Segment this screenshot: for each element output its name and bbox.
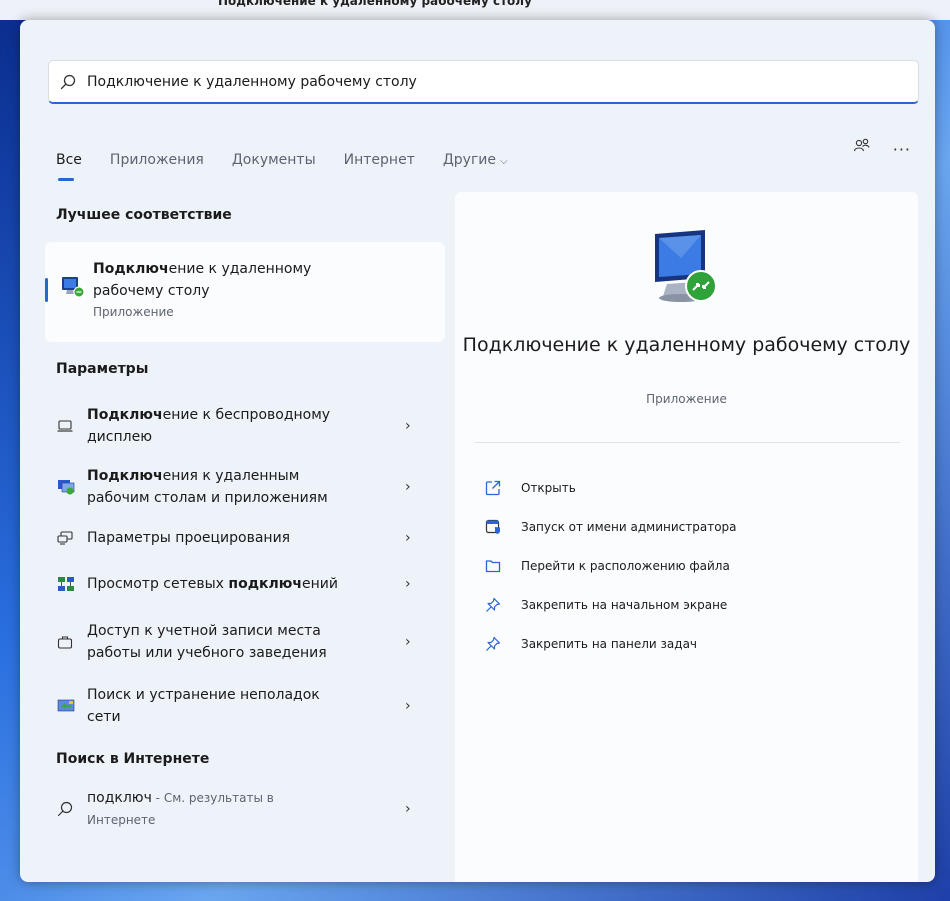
web-search-suffix: - См. результаты в: [151, 791, 274, 805]
setting-label-pre: Просмотр сетевых: [87, 576, 229, 592]
selection-indicator: [45, 278, 48, 302]
pin-icon: [485, 636, 521, 652]
setting-label-rest: ения к удаленным: [162, 468, 300, 484]
setting-label-line2: работы или учебного заведения: [87, 645, 327, 661]
query-highlight: Подключ: [93, 261, 169, 277]
setting-label: Просмотр сетевых подключений: [87, 573, 377, 595]
search-icon: [49, 74, 87, 90]
best-match-title-rest: ение к удаленному: [168, 261, 312, 277]
chevron-right-icon: ›: [405, 698, 411, 714]
window-title-snippet: Подключение к удаленному рабочему столу: [218, 0, 532, 8]
details-app-kind: Приложение: [646, 392, 727, 406]
action-pin-start[interactable]: Закрепить на начальном экране: [485, 585, 737, 624]
search-icon: [57, 801, 87, 817]
filter-tabs: Все Приложения Документы Интернет Другие…: [56, 140, 536, 181]
remote-desktop-icon: [651, 228, 723, 312]
web-search-label: подключ - См. результаты в Интернете: [87, 787, 377, 831]
setting-label: Подключения к удаленным рабочим столам и …: [87, 465, 377, 509]
chevron-right-icon: ›: [405, 479, 411, 495]
open-external-icon: [485, 480, 521, 496]
briefcase-icon: [57, 635, 87, 649]
settings-heading: Параметры: [56, 361, 149, 377]
chevron-down-icon: ⌵: [500, 156, 508, 167]
setting-wireless-display[interactable]: Подключение к беспроводному дисплею ›: [45, 396, 445, 456]
chevron-right-icon: ›: [405, 801, 411, 817]
action-label: Перейти к расположению файла: [521, 558, 730, 573]
best-match-title: Подключение к удаленному рабочему столу: [93, 258, 311, 302]
actions-list: Открыть Запуск от имени администратора П…: [485, 468, 737, 663]
action-label: Открыть: [521, 480, 576, 495]
setting-projection[interactable]: Параметры проецирования ›: [45, 518, 445, 558]
search-input[interactable]: [87, 61, 887, 102]
chevron-right-icon: ›: [405, 530, 411, 546]
setting-label-line2: сети: [87, 709, 121, 725]
best-match-card[interactable]: Подключение к удаленному рабочему столу П…: [45, 242, 445, 342]
laptop-icon: [57, 419, 87, 433]
setting-label: Подключение к беспроводному дисплею: [87, 404, 377, 448]
action-run-as-admin[interactable]: Запуск от имени администратора: [485, 507, 737, 546]
chevron-right-icon: ›: [405, 634, 411, 650]
action-open-file-location[interactable]: Перейти к расположению файла: [485, 546, 737, 585]
folder-icon: [485, 559, 521, 573]
divider: [475, 442, 900, 443]
web-search-line2: Интернете: [87, 813, 156, 827]
details-pane: Подключение к удаленному рабочему столу …: [455, 192, 918, 882]
details-app-title: Подключение к удаленному рабочему столу: [462, 334, 911, 356]
admin-shield-icon: [485, 519, 521, 535]
setting-label: Доступ к учетной записи места работы или …: [87, 620, 377, 664]
action-open[interactable]: Открыть: [485, 468, 737, 507]
query-highlight: Подключ: [87, 468, 163, 484]
settings-list: Подключение к беспроводному дисплею › Под…: [45, 396, 445, 738]
remote-apps-icon: [57, 479, 87, 495]
account-switch-icon[interactable]: [853, 138, 871, 160]
setting-label-line2: дисплею: [87, 429, 152, 445]
setting-work-school-access[interactable]: Доступ к учетной записи места работы или …: [45, 610, 445, 674]
chevron-right-icon: ›: [405, 576, 411, 592]
best-match-title-line2: рабочему столу: [93, 283, 210, 299]
setting-label-line1: Поиск и устранение неполадок: [87, 687, 320, 703]
web-search-result[interactable]: подключ - См. результаты в Интернете ›: [45, 774, 445, 844]
web-search-heading: Поиск в Интернете: [56, 751, 210, 767]
best-match-text: Подключение к удаленному рабочему столу П…: [93, 258, 311, 319]
network-troubleshoot-icon: [57, 698, 87, 714]
setting-remote-desktops[interactable]: Подключения к удаленным рабочим столам и …: [45, 456, 445, 518]
action-label: Запуск от имени администратора: [521, 519, 737, 534]
tab-internet[interactable]: Интернет: [344, 152, 415, 168]
tab-other-label: Другие: [442, 152, 497, 168]
tab-documents[interactable]: Документы: [232, 152, 316, 168]
search-panel: Все Приложения Документы Интернет Другие…: [20, 20, 935, 882]
more-options-button[interactable]: ···: [893, 140, 911, 159]
tab-apps[interactable]: Приложения: [110, 152, 204, 168]
results-column: Лучшее соответствие Подключение к удален…: [45, 200, 445, 844]
toolbar-right: ···: [853, 138, 911, 160]
action-pin-taskbar[interactable]: Закрепить на панели задач: [485, 624, 737, 663]
tab-all[interactable]: Все: [56, 152, 82, 181]
web-search-query: подключ: [87, 790, 152, 806]
setting-label-post: ений: [302, 576, 338, 592]
pin-icon: [485, 597, 521, 613]
setting-label-line2: рабочим столам и приложениям: [87, 490, 328, 506]
query-highlight: Подключ: [87, 407, 163, 423]
action-label: Закрепить на панели задач: [521, 636, 698, 651]
desktop-strip: Подключение к удаленному рабочему столу: [0, 0, 950, 20]
network-connections-icon: [57, 576, 87, 592]
setting-network-troubleshoot[interactable]: Поиск и устранение неполадок сети ›: [45, 674, 445, 738]
setting-label: Параметры проецирования: [87, 530, 291, 546]
projection-icon: [57, 531, 87, 545]
search-box[interactable]: [48, 60, 919, 104]
action-label: Закрепить на начальном экране: [521, 597, 728, 612]
query-highlight: подключ: [228, 576, 302, 592]
setting-network-connections[interactable]: Просмотр сетевых подключений ›: [45, 558, 445, 610]
tab-other[interactable]: Другие ⌵: [443, 152, 508, 168]
setting-label: Поиск и устранение неполадок сети: [87, 684, 377, 728]
best-match-kind: Приложение: [93, 305, 174, 319]
chevron-right-icon: ›: [405, 418, 411, 434]
setting-label-rest: ение к беспроводному: [162, 407, 331, 423]
remote-desktop-icon: [61, 276, 85, 302]
setting-label-line1: Доступ к учетной записи места: [87, 623, 321, 639]
best-match-heading: Лучшее соответствие: [56, 207, 232, 223]
